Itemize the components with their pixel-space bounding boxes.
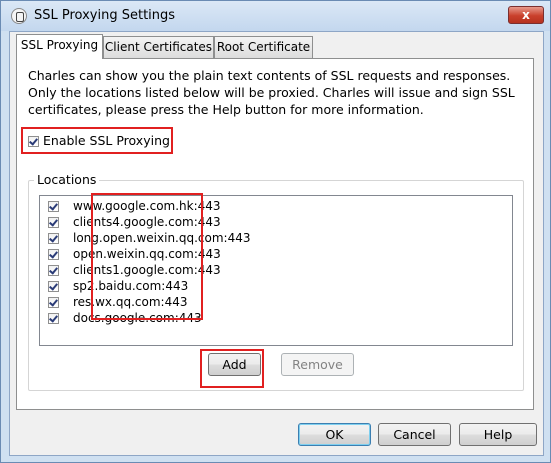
charles-app-icon [11,8,27,24]
location-checkbox[interactable] [48,281,59,292]
tab-root-certificate[interactable]: Root Certificate [214,36,313,58]
tab-ssl-proxying[interactable]: SSL Proxying [16,34,103,59]
close-icon: x [522,8,530,22]
location-checkbox[interactable] [48,201,59,212]
tab-client-certificates[interactable]: Client Certificates [103,36,214,58]
description-text: Charles can show you the plain text cont… [28,68,515,117]
highlight-box-add [200,349,264,388]
highlight-box-enable [21,127,173,154]
remove-button[interactable]: Remove [281,353,354,376]
location-checkbox[interactable] [48,313,59,324]
ok-button[interactable]: OK [298,423,371,446]
cancel-button[interactable]: Cancel [378,423,451,446]
location-checkbox[interactable] [48,233,59,244]
location-checkbox[interactable] [48,217,59,228]
locations-label: Locations [34,172,100,187]
title-bar[interactable]: SSL Proxying Settings x [1,1,550,31]
highlight-box-hosts [91,193,203,320]
window-title: SSL Proxying Settings [34,8,176,23]
help-button[interactable]: Help [459,423,537,446]
location-checkbox[interactable] [48,249,59,260]
close-button[interactable]: x [508,6,544,24]
location-checkbox[interactable] [48,265,59,276]
location-checkbox[interactable] [48,297,59,308]
